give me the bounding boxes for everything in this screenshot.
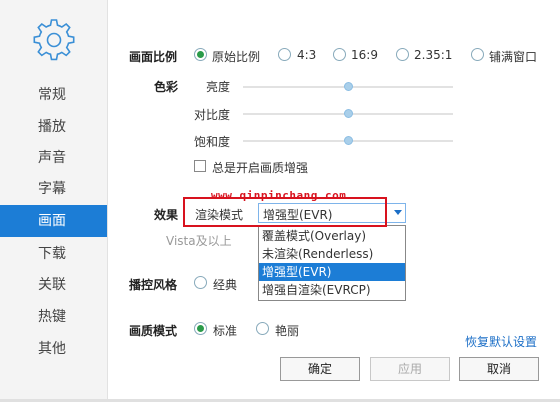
control-style-option-classic: 经典 (213, 278, 238, 292)
sidebar: 常规 播放 声音 字幕 画面 下载 关联 热键 其他 (0, 0, 108, 402)
aspect-option-fill: 铺满窗口 (489, 50, 538, 64)
brightness-slider-thumb[interactable] (343, 82, 353, 91)
aspect-label: 画面比例 (129, 50, 178, 64)
brightness-label: 亮度 (206, 80, 231, 94)
render-option-renderless[interactable]: 未渲染(Renderless) (259, 245, 405, 263)
render-option-evr[interactable]: 增强型(EVR) (259, 263, 405, 281)
quality-option-standard: 标准 (213, 324, 238, 338)
quality-option-vivid: 艳丽 (275, 324, 300, 338)
quality-radio-vivid[interactable] (256, 322, 269, 335)
aspect-radio-original[interactable] (194, 48, 207, 61)
control-style-radio-classic[interactable] (194, 276, 207, 289)
saturation-label: 饱和度 (194, 135, 231, 149)
aspect-option-16-9: 16:9 (351, 48, 378, 62)
enhance-checkbox-label: 总是开启画质增强 (212, 161, 309, 175)
aspect-option-4-3: 4:3 (297, 48, 317, 62)
render-mode-dropdown: 覆盖模式(Overlay) 未渲染(Renderless) 增强型(EVR) 增… (258, 225, 406, 301)
effect-label: 效果 (154, 208, 179, 222)
sidebar-item-download[interactable]: 下载 (0, 238, 107, 270)
sidebar-item-picture[interactable]: 画面 (0, 205, 107, 237)
gear-icon (33, 19, 75, 61)
sidebar-item-sound[interactable]: 声音 (0, 142, 107, 174)
render-option-evrcp[interactable]: 增强自渲染(EVRCP) (259, 281, 405, 299)
quality-radio-standard[interactable] (194, 322, 207, 335)
render-option-overlay[interactable]: 覆盖模式(Overlay) (259, 227, 405, 245)
aspect-radio-fill[interactable] (471, 48, 484, 61)
settings-panel: 画面比例 原始比例 4:3 16:9 2.35:1 铺满窗口 色彩 亮度 对比度… (108, 0, 560, 402)
cancel-button[interactable]: 取消 (459, 357, 539, 381)
sidebar-item-association[interactable]: 关联 (0, 269, 107, 301)
sidebar-item-other[interactable]: 其他 (0, 333, 107, 365)
sidebar-item-general[interactable]: 常规 (0, 79, 107, 111)
saturation-slider-thumb[interactable] (343, 136, 353, 145)
chevron-down-icon[interactable] (394, 210, 402, 215)
ok-button[interactable]: 确定 (280, 357, 360, 381)
aspect-option-2-35-1: 2.35:1 (414, 48, 453, 62)
control-style-label: 播控风格 (129, 278, 178, 292)
contrast-slider-thumb[interactable] (343, 109, 353, 118)
render-hint: Vista及以上 (166, 234, 232, 248)
aspect-radio-2-35-1[interactable] (396, 48, 409, 61)
sidebar-item-playback[interactable]: 播放 (0, 111, 107, 143)
aspect-radio-4-3[interactable] (278, 48, 291, 61)
sidebar-item-hotkey[interactable]: 热键 (0, 301, 107, 333)
color-label: 色彩 (154, 80, 179, 94)
sidebar-item-subtitle[interactable]: 字幕 (0, 173, 107, 205)
aspect-radio-16-9[interactable] (333, 48, 346, 61)
enhance-checkbox[interactable] (194, 160, 206, 172)
contrast-label: 对比度 (194, 108, 231, 122)
aspect-option-original: 原始比例 (212, 50, 261, 64)
watermark-text: www.qinpinchang.com (211, 189, 347, 202)
quality-label: 画质模式 (129, 324, 178, 338)
apply-button[interactable]: 应用 (370, 357, 450, 381)
restore-defaults-link[interactable]: 恢复默认设置 (465, 333, 537, 350)
